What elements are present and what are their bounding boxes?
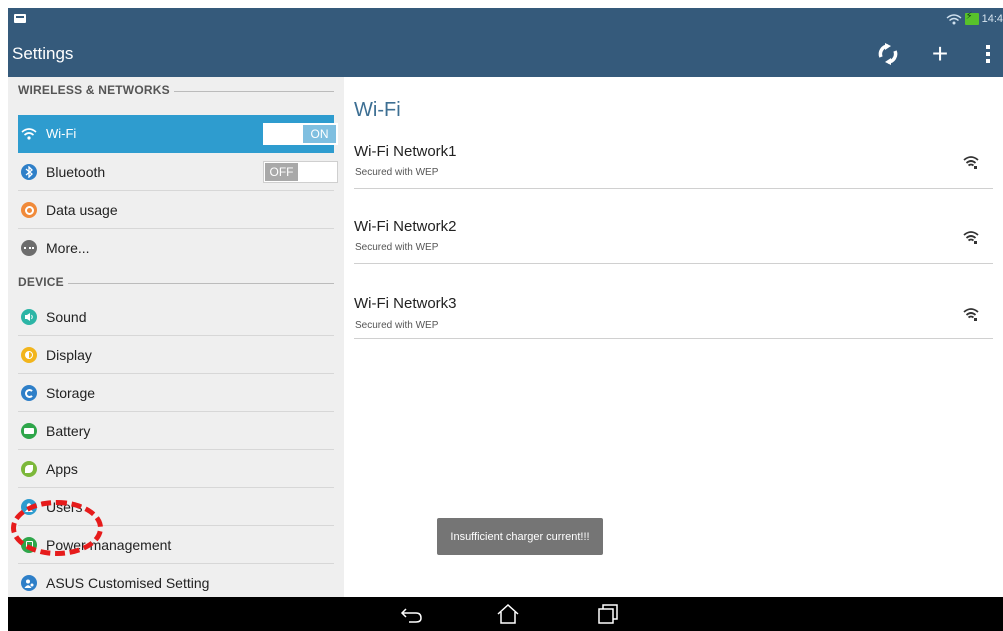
toast-message: Insufficient charger current!!! <box>437 518 603 555</box>
section-label: WIRELESS & NETWORKS <box>18 83 174 97</box>
wifi-toggle[interactable]: ON <box>263 123 338 145</box>
sidebar-item-label: Display <box>46 347 92 363</box>
sidebar-item-apps[interactable]: Apps <box>18 450 334 488</box>
toggle-state: OFF <box>265 163 298 181</box>
status-bar: 14:4 <box>8 8 1003 30</box>
battery-icon <box>21 423 37 439</box>
sidebar-item-data-usage[interactable]: Data usage <box>18 191 334 229</box>
network-name: Wi-Fi Network3 <box>354 295 457 312</box>
sidebar-item-label: Bluetooth <box>46 164 106 180</box>
bluetooth-icon <box>21 164 37 180</box>
sidebar-item-label: Storage <box>46 385 96 401</box>
sidebar-item-label: More... <box>46 240 90 256</box>
more-icon <box>21 240 37 256</box>
wifi-signal-icon <box>963 156 979 169</box>
add-icon[interactable]: + <box>926 40 954 68</box>
sidebar-item-label: Data usage <box>46 202 118 218</box>
sound-icon <box>21 309 37 325</box>
data-usage-icon <box>21 202 37 218</box>
action-bar: Settings + <box>8 30 1003 77</box>
settings-list: WIRELESS & NETWORKS Wi-Fi ON Bluetooth O… <box>8 77 344 597</box>
top-margin <box>0 0 1003 8</box>
device-screen: 14:4 Settings + WIRELESS & NETWORKS <box>8 8 1003 631</box>
back-icon[interactable] <box>400 603 424 625</box>
wifi-icon <box>21 126 37 142</box>
wifi-signal-icon <box>963 308 979 321</box>
navigation-bar <box>8 597 1003 631</box>
apps-highlight-annotation <box>11 500 103 556</box>
wifi-network-item[interactable]: Wi-Fi Network3 Secured with WEP <box>354 264 993 339</box>
sidebar-item-label: Apps <box>46 461 78 477</box>
section-label: DEVICE <box>18 275 68 289</box>
wifi-network-item[interactable]: Wi-Fi Network2 Secured with WEP <box>354 189 993 264</box>
page-title: Settings <box>12 44 74 63</box>
sidebar-item-battery[interactable]: Battery <box>18 412 334 450</box>
sidebar-item-label: Sound <box>46 309 87 325</box>
home-icon[interactable] <box>496 603 520 625</box>
toggle-state: ON <box>303 125 336 143</box>
sidebar-item-label: Wi-Fi <box>46 126 77 141</box>
network-security: Secured with WEP <box>355 167 439 178</box>
notification-icon <box>14 12 28 24</box>
sidebar-item-sound[interactable]: Sound <box>18 298 334 336</box>
battery-charging-icon <box>964 11 979 25</box>
sidebar-item-storage[interactable]: Storage <box>18 374 334 412</box>
bluetooth-toggle[interactable]: OFF <box>263 161 338 183</box>
wifi-network-item[interactable]: Wi-Fi Network1 Secured with WEP <box>354 114 993 189</box>
section-wireless: WIRELESS & NETWORKS <box>8 77 344 101</box>
wifi-status-icon <box>946 14 962 25</box>
network-name: Wi-Fi Network1 <box>354 143 457 160</box>
wifi-panel: Wi-Fi Wi-Fi Network1 Secured with WEP Wi… <box>344 77 1003 597</box>
sidebar-item-bluetooth[interactable]: Bluetooth OFF <box>18 153 338 191</box>
sidebar-item-wifi[interactable]: Wi-Fi ON <box>18 115 338 153</box>
asus-settings-icon <box>21 575 37 591</box>
recent-apps-icon[interactable] <box>596 603 620 625</box>
network-name: Wi-Fi Network2 <box>354 218 457 235</box>
sidebar-item-label: ASUS Customised Setting <box>46 575 210 591</box>
apps-icon <box>21 461 37 477</box>
network-security: Secured with WEP <box>355 242 439 253</box>
section-device: DEVICE <box>8 269 344 293</box>
sidebar-item-more[interactable]: More... <box>18 229 334 267</box>
status-icons: 14:4 <box>946 11 1003 27</box>
clock: 14:4 <box>981 13 1003 25</box>
storage-icon <box>21 385 37 401</box>
wifi-signal-icon <box>963 231 979 244</box>
overflow-menu-icon[interactable] <box>974 40 1002 68</box>
display-icon <box>21 347 37 363</box>
refresh-icon[interactable] <box>874 40 902 68</box>
network-security: Secured with WEP <box>355 320 439 331</box>
sidebar-item-display[interactable]: Display <box>18 336 334 374</box>
sidebar-item-label: Battery <box>46 423 91 439</box>
